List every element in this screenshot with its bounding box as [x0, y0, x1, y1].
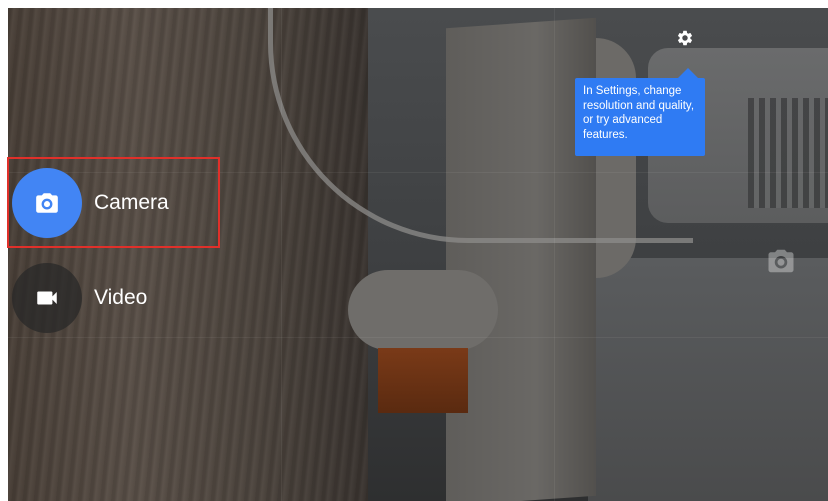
grid-line	[554, 8, 555, 501]
camera-viewfinder[interactable]	[8, 8, 828, 501]
viewfinder-scene-floor	[588, 258, 828, 501]
camera-watermark-icon	[768, 249, 794, 273]
settings-tooltip[interactable]: In Settings, change resolution and quali…	[575, 78, 705, 156]
grid-line	[281, 8, 282, 501]
viewfinder-scene-orange-block	[378, 348, 468, 413]
video-mode-label: Video	[94, 286, 148, 309]
settings-button[interactable]	[674, 27, 696, 49]
tooltip-arrow	[678, 68, 698, 78]
video-mode-button[interactable]	[12, 263, 82, 333]
viewfinder-scene-heater-grille	[748, 98, 828, 208]
video-icon	[37, 291, 57, 305]
highlight-box	[7, 157, 220, 248]
mode-video[interactable]: Video	[12, 263, 147, 333]
viewfinder-scene-spool	[348, 270, 498, 350]
grid-line	[8, 337, 828, 338]
gear-icon	[677, 30, 693, 46]
